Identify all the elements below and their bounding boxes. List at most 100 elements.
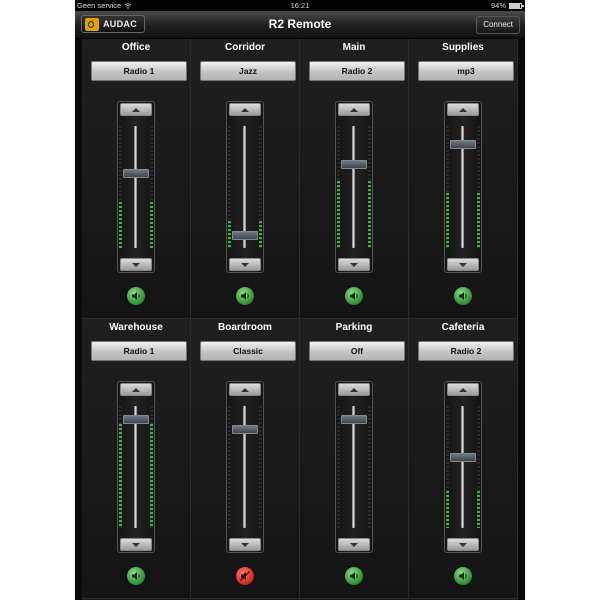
volume-down-button[interactable] (447, 538, 479, 551)
source-select-button[interactable]: mp3 (418, 61, 514, 81)
volume-track[interactable] (134, 126, 137, 248)
volume-track[interactable] (352, 126, 355, 248)
source-select-button[interactable]: Radio 2 (309, 61, 405, 81)
level-meter-left (446, 126, 449, 248)
volume-down-button[interactable] (120, 538, 152, 551)
mute-button[interactable] (126, 286, 146, 306)
volume-up-button[interactable] (120, 103, 152, 116)
volume-track[interactable] (352, 406, 355, 528)
zone-name: Supplies (442, 42, 484, 53)
zone-panel-supplies: Supplies mp3 (409, 39, 518, 319)
zone-name: Main (342, 42, 366, 53)
connect-button[interactable]: Connect (476, 16, 520, 34)
source-select-button[interactable]: Radio 1 (91, 61, 187, 81)
audac-logo: AUDAC (81, 15, 145, 33)
arrow-down-icon (241, 262, 249, 267)
mute-button[interactable] (453, 286, 473, 306)
volume-down-button[interactable] (447, 258, 479, 271)
zone-panel-cafeteria: Cafeteria Radio 2 (409, 319, 518, 599)
zone-name: Boardroom (218, 322, 272, 333)
arrow-down-icon (350, 542, 358, 547)
level-meter-left (337, 406, 340, 528)
volume-up-button[interactable] (229, 383, 261, 396)
volume-track[interactable] (461, 406, 464, 528)
level-meter-left (337, 126, 340, 248)
volume-up-button[interactable] (120, 383, 152, 396)
arrow-up-icon (350, 107, 358, 112)
mute-button[interactable] (235, 566, 255, 586)
status-bar: Geen service 16:21 94% (75, 0, 525, 11)
volume-fader[interactable] (444, 381, 482, 553)
volume-up-button[interactable] (447, 383, 479, 396)
speaker-icon (350, 292, 358, 300)
level-meter-left (446, 406, 449, 528)
arrow-down-icon (350, 262, 358, 267)
arrow-up-icon (459, 107, 467, 112)
volume-down-button[interactable] (338, 538, 370, 551)
volume-fader[interactable] (444, 101, 482, 273)
volume-down-button[interactable] (229, 258, 261, 271)
speaker-icon (459, 572, 467, 580)
arrow-down-icon (459, 542, 467, 547)
volume-handle[interactable] (123, 415, 149, 425)
arrow-down-icon (132, 542, 140, 547)
source-select-button[interactable]: Jazz (200, 61, 296, 81)
volume-handle[interactable] (341, 415, 367, 425)
zone-panel-main: Main Radio 2 (300, 39, 409, 319)
volume-handle[interactable] (232, 425, 258, 435)
volume-up-button[interactable] (338, 103, 370, 116)
battery-icon (509, 2, 524, 9)
source-select-button[interactable]: Off (309, 341, 405, 361)
speaker-icon (241, 292, 249, 300)
volume-fader[interactable] (335, 381, 373, 553)
zone-panel-office: Office Radio 1 (82, 39, 191, 319)
arrow-up-icon (241, 107, 249, 112)
volume-fader[interactable] (226, 101, 264, 273)
volume-fader[interactable] (117, 381, 155, 553)
volume-up-button[interactable] (447, 103, 479, 116)
mute-button[interactable] (235, 286, 255, 306)
level-meter-right (368, 126, 371, 248)
level-meter-left (228, 406, 231, 528)
volume-handle[interactable] (450, 453, 476, 463)
source-select-button[interactable]: Classic (200, 341, 296, 361)
arrow-down-icon (132, 262, 140, 267)
volume-fader[interactable] (226, 381, 264, 553)
speaker-icon (132, 572, 140, 580)
speaker-muted-icon (240, 571, 250, 581)
volume-track[interactable] (134, 406, 137, 528)
volume-up-button[interactable] (229, 103, 261, 116)
arrow-up-icon (132, 107, 140, 112)
speaker-icon (459, 292, 467, 300)
volume-handle[interactable] (232, 231, 258, 241)
volume-fader[interactable] (117, 101, 155, 273)
volume-fader[interactable] (335, 101, 373, 273)
volume-down-button[interactable] (120, 258, 152, 271)
source-select-button[interactable]: Radio 1 (91, 341, 187, 361)
level-meter-left (228, 126, 231, 248)
clock: 16:21 (290, 1, 310, 10)
arrow-down-icon (241, 542, 249, 547)
zone-panel-parking: Parking Off (300, 319, 409, 599)
volume-handle[interactable] (123, 168, 149, 178)
mute-button[interactable] (344, 286, 364, 306)
source-select-button[interactable]: Radio 2 (418, 341, 514, 361)
arrow-up-icon (350, 387, 358, 392)
volume-track[interactable] (243, 126, 246, 248)
zone-panel-warehouse: Warehouse Radio 1 (82, 319, 191, 599)
mute-button[interactable] (126, 566, 146, 586)
volume-handle[interactable] (450, 139, 476, 149)
level-meter-right (477, 126, 480, 248)
mute-button[interactable] (344, 566, 364, 586)
volume-down-button[interactable] (229, 538, 261, 551)
volume-handle[interactable] (341, 159, 367, 169)
logo-text: AUDAC (103, 19, 137, 29)
level-meter-left (119, 126, 122, 248)
level-meter-right (259, 406, 262, 528)
volume-down-button[interactable] (338, 258, 370, 271)
zone-name: Corridor (225, 42, 265, 53)
mute-button[interactable] (453, 566, 473, 586)
zone-panel-boardroom: Boardroom Classic (191, 319, 300, 599)
battery-percent: 94% (490, 1, 506, 10)
volume-up-button[interactable] (338, 383, 370, 396)
